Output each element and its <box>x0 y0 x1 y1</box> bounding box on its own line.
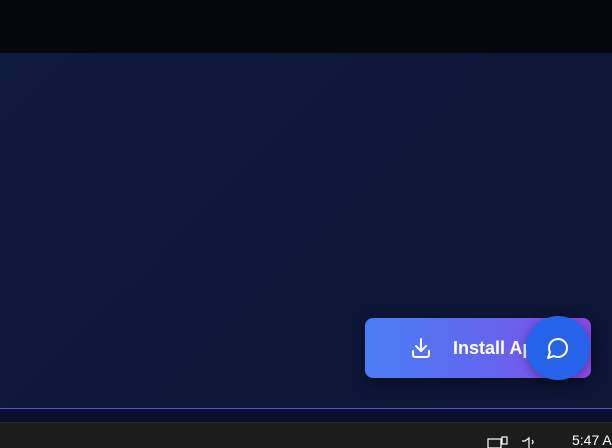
download-icon <box>412 338 430 358</box>
page-footer-gap <box>0 409 612 422</box>
chat-bubble-icon <box>547 338 568 359</box>
display-icon[interactable] <box>487 436 509 448</box>
volume-icon[interactable] <box>521 436 539 448</box>
browser-top-bar <box>0 0 612 53</box>
chat-button[interactable] <box>526 316 590 380</box>
taskbar-clock[interactable]: 5:47 A <box>572 432 612 448</box>
